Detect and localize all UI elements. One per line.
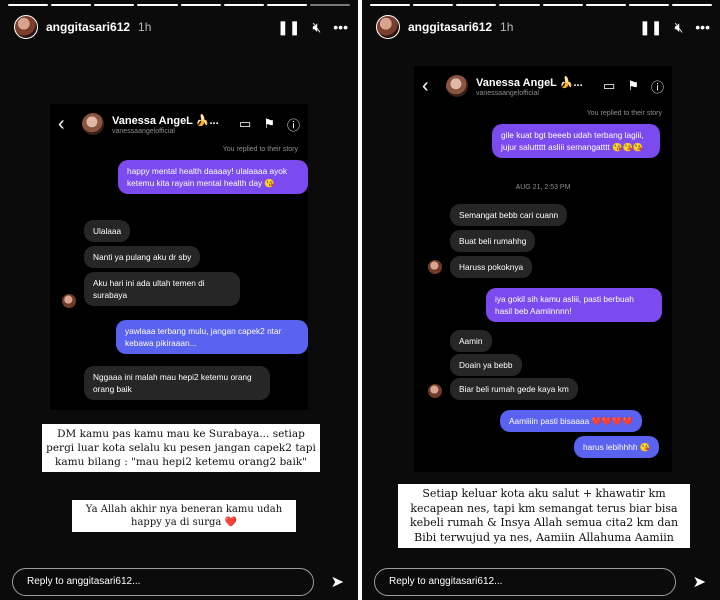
back-icon: ‹: [58, 112, 65, 135]
story-header: anggitasari612 1h ❚❚ 🔇︎ •••: [376, 14, 710, 40]
flag-icon: ⚑: [627, 78, 639, 93]
story-time: 1h: [500, 20, 514, 34]
dm-screenshot: ‹ Vanessa AngeL 🍌... vanessaangelofficia…: [50, 104, 308, 410]
more-icon[interactable]: •••: [695, 20, 710, 34]
dm-contact-handle: vanessaangelofficial: [476, 89, 539, 97]
message-bubble: Aku hari ini ada ultah temen di surabaya: [84, 272, 240, 306]
replied-note: You replied to their story: [586, 110, 662, 117]
dm-header: ‹ Vanessa AngeL 🍌... vanessaangelofficia…: [50, 104, 308, 144]
caption-2-text: Ya Allah akhir nya beneran kamu udah hap…: [85, 504, 283, 528]
dm-screenshot: ‹ Vanessa AngeL 🍌... vanessaangelofficia…: [414, 66, 672, 472]
flag-icon: ⚑: [263, 116, 275, 131]
info-icon: ⓘ: [286, 117, 300, 133]
story-username[interactable]: anggitasari612: [408, 20, 492, 34]
message-bubble: gile kuat bgt beeeb udah terbang lagiii,…: [492, 124, 660, 158]
message-bubble: Semangat bebb cari cuann: [450, 204, 568, 226]
story-right[interactable]: anggitasari612 1h ❚❚ 🔇︎ ••• ‹ Vanessa An…: [362, 0, 720, 600]
story-left[interactable]: anggitasari612 1h ❚❚ 🔇︎ ••• ‹ Vanessa An…: [0, 0, 358, 600]
send-icon[interactable]: ➤: [693, 572, 706, 592]
heart-icon: ❤️: [224, 517, 237, 528]
dm-header: ‹ Vanessa AngeL 🍌... vanessaangelofficia…: [414, 66, 672, 106]
mute-icon[interactable]: 🔇︎: [312, 20, 321, 34]
story-progress: [8, 4, 350, 6]
message-bubble: Haruss pokoknya: [450, 256, 533, 278]
video-icon: ▭: [603, 78, 616, 93]
story-username[interactable]: anggitasari612: [46, 20, 130, 34]
story-caption-2: Ya Allah akhir nya beneran kamu udah hap…: [72, 500, 296, 532]
story-time: 1h: [138, 20, 152, 34]
dm-contact-name: Vanessa AngeL 🍌...: [112, 114, 219, 127]
message-bubble: Aamiiiin pasti bisaaaa ❤️❤️❤️❤️: [500, 410, 642, 432]
dm-contact-handle: vanessaangelofficial: [112, 127, 175, 135]
dm-avatar: [446, 75, 468, 97]
sender-avatar: [62, 294, 76, 308]
story-caption: Setiap keluar kota aku salut + khawatir …: [398, 484, 690, 548]
message-timestamp: AUG 21, 2:53 PM: [515, 184, 571, 191]
message-bubble: iya gokil sih kamu asliii, pasti berbuah…: [486, 288, 662, 322]
story-header: anggitasari612 1h ❚❚ 🔇︎ •••: [14, 14, 348, 40]
pause-icon[interactable]: ❚❚: [277, 20, 300, 34]
replied-note: You replied to their story: [222, 146, 298, 153]
avatar[interactable]: [376, 15, 400, 39]
send-icon[interactable]: ➤: [331, 572, 344, 592]
sender-avatar: [428, 384, 442, 398]
message-bubble: harus lebihhhh 😘: [574, 436, 660, 458]
sender-avatar: [428, 260, 442, 274]
pause-icon[interactable]: ❚❚: [639, 20, 662, 34]
message-bubble: Buat beli rumahhg: [450, 230, 536, 252]
reply-input[interactable]: Reply to anggitasari612...: [374, 568, 676, 596]
story-caption: DM kamu pas kamu mau ke Surabaya... seti…: [42, 424, 320, 472]
reply-input[interactable]: Reply to anggitasari612...: [12, 568, 314, 596]
video-icon: ▭: [239, 116, 252, 131]
info-icon: ⓘ: [650, 79, 664, 95]
more-icon[interactable]: •••: [333, 20, 348, 34]
message-bubble: Nanti ya pulang aku dr sby: [84, 246, 201, 268]
message-bubble: Aamin: [450, 330, 492, 352]
message-bubble: Nggaaa ini malah mau hepi2 ketemu orang …: [84, 366, 270, 400]
back-icon: ‹: [422, 74, 429, 97]
message-bubble: Biar beli rumah gede kaya km: [450, 378, 578, 400]
dm-avatar: [82, 113, 104, 135]
dm-contact-name: Vanessa AngeL 🍌...: [476, 76, 583, 89]
story-viewer: anggitasari612 1h ❚❚ 🔇︎ ••• ‹ Vanessa An…: [0, 0, 720, 600]
avatar[interactable]: [14, 15, 38, 39]
message-bubble: Doain ya bebb: [450, 354, 522, 376]
message-bubble: happy mental health daaaay! ulalaaaa ayo…: [118, 160, 308, 194]
message-bubble: Ulalaaa: [84, 220, 131, 242]
message-bubble: yawlaaa terbang mulu, jangan capek2 ntar…: [116, 320, 308, 354]
mute-icon[interactable]: 🔇︎: [674, 20, 683, 34]
story-progress: [370, 4, 712, 6]
